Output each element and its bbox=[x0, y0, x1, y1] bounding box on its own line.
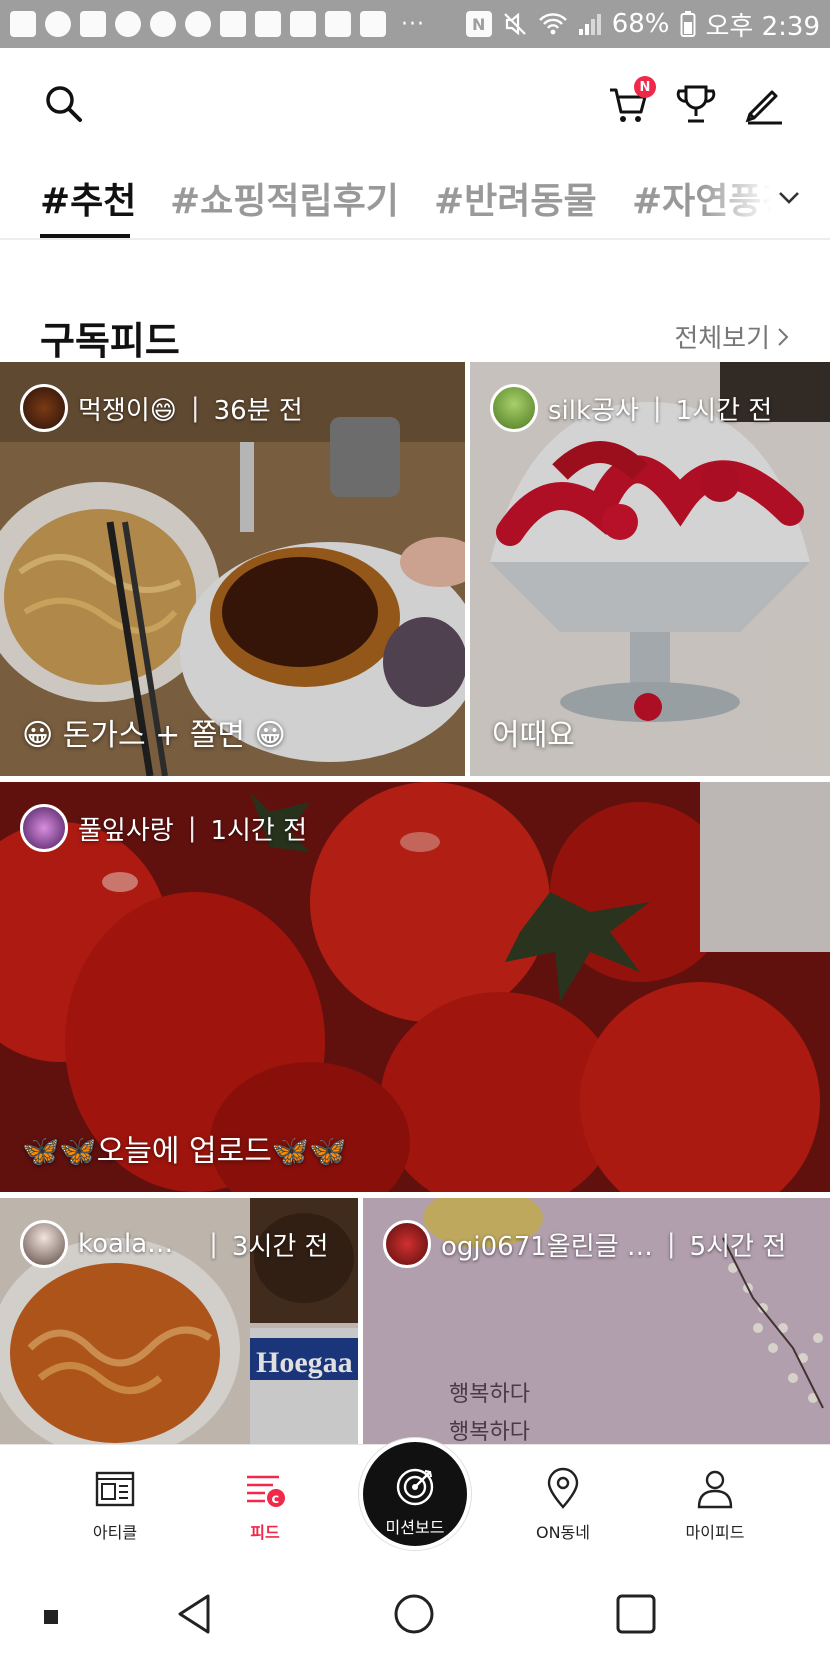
search-button[interactable] bbox=[42, 82, 86, 126]
card-meta: ogj0671올린글 … | 5시간 전 bbox=[383, 1220, 786, 1268]
feed-card[interactable]: Hoegaa koala… | 3시간 전 bbox=[0, 1198, 358, 1444]
author-name[interactable]: 풀잎사랑 bbox=[78, 810, 174, 847]
see-all-link[interactable]: 전체보기 bbox=[674, 318, 790, 355]
card-caption: 🦋🦋오늘에 업로드🦋🦋 bbox=[22, 1134, 347, 1169]
avatar[interactable] bbox=[20, 384, 68, 432]
battery-percent: 68% bbox=[611, 9, 670, 39]
card-caption: 어때요 bbox=[492, 718, 575, 753]
meta-separator: | bbox=[209, 1229, 218, 1259]
pencil-icon bbox=[745, 90, 782, 125]
post-time: 1시간 전 bbox=[210, 815, 308, 846]
meta-separator: | bbox=[187, 813, 197, 843]
signal-icon bbox=[578, 14, 601, 35]
avatar[interactable] bbox=[490, 384, 538, 432]
nav-my-feed[interactable]: 마이피드 bbox=[660, 1467, 770, 1543]
feed-card[interactable]: silk공사 | 1시간 전 어때요 bbox=[470, 362, 830, 776]
feed-card[interactable]: 행복하다 행복하다 ogj0671올린글 … | 5시간 전 bbox=[363, 1198, 830, 1444]
cart-new-badge: N bbox=[634, 76, 656, 98]
photo-text: 행복하다 bbox=[449, 1382, 530, 1407]
write-button[interactable] bbox=[742, 82, 786, 126]
feed-card[interactable]: 먹쟁이😄 | 36분 전 😀 돈가스 + 쫄면 😀 bbox=[0, 362, 465, 776]
post-time: 36분 전 bbox=[213, 395, 303, 426]
card-meta: koala… | 3시간 전 bbox=[20, 1220, 328, 1268]
avatar[interactable] bbox=[383, 1220, 431, 1268]
settings-notification-icon bbox=[185, 11, 211, 37]
recent-dot-icon[interactable] bbox=[44, 1610, 58, 1624]
author-name[interactable]: ogj0671올린글 … bbox=[441, 1226, 653, 1263]
nav-on-town[interactable]: ON동네 bbox=[508, 1467, 618, 1543]
active-tab-indicator bbox=[40, 234, 130, 238]
mission-board-button[interactable]: 미션보드 bbox=[359, 1438, 471, 1550]
app-notification-icon bbox=[80, 11, 106, 37]
card-meta: 먹쟁이😄 | 36분 전 bbox=[20, 384, 303, 432]
card-meta: silk공사 | 1시간 전 bbox=[490, 384, 772, 432]
tab-shopping-review[interactable]: #쇼핑적립후기 bbox=[170, 172, 399, 224]
app-notification-icon bbox=[325, 11, 351, 37]
section-title: 구독피드 bbox=[40, 319, 180, 363]
svg-text:c: c bbox=[272, 1492, 280, 1507]
app-notification-icon bbox=[10, 11, 36, 37]
nav-my-feed-label: 마이피드 bbox=[685, 1523, 745, 1542]
search-icon bbox=[46, 86, 82, 122]
system-navigation-bar bbox=[0, 1570, 830, 1660]
trophy-icon bbox=[676, 85, 716, 123]
clock: 오후 2:39 bbox=[705, 11, 821, 42]
nav-on-town-label: ON동네 bbox=[535, 1523, 590, 1542]
status-bar: ··· N 68% 오후 2:39 bbox=[0, 0, 830, 48]
app-notification-icon bbox=[290, 11, 316, 37]
target-icon bbox=[396, 1468, 434, 1506]
avatar[interactable] bbox=[20, 804, 68, 852]
feed-icon: c bbox=[247, 1475, 285, 1507]
hashtag-tabs: #추천 #쇼핑적립후기 #반려동물 #자연풍경 bbox=[0, 160, 830, 240]
author-name[interactable]: koala… bbox=[78, 1229, 173, 1259]
nav-article[interactable]: 아티클 bbox=[60, 1467, 170, 1543]
feed-card[interactable]: 풀잎사랑 | 1시간 전 🦋🦋오늘에 업로드🦋🦋 bbox=[0, 782, 830, 1192]
author-name[interactable]: 먹쟁이😄 bbox=[78, 390, 177, 427]
overview-icon[interactable] bbox=[614, 1592, 658, 1636]
more-notifications-icon: ··· bbox=[401, 11, 425, 37]
tab-recommended[interactable]: #추천 bbox=[40, 172, 136, 224]
app-notification-icon bbox=[220, 11, 246, 37]
nfc-icon: N bbox=[465, 11, 492, 37]
settings-notification-icon bbox=[45, 11, 71, 37]
chevron-down-icon[interactable] bbox=[774, 182, 804, 212]
nav-article-label: 아티클 bbox=[92, 1523, 138, 1542]
meta-separator: | bbox=[652, 393, 662, 423]
meta-separator: | bbox=[666, 1229, 676, 1259]
tab-fade bbox=[700, 160, 830, 238]
battery-icon bbox=[680, 11, 695, 37]
chevron-right-icon bbox=[778, 327, 789, 346]
person-icon bbox=[697, 1470, 733, 1509]
nav-feed-label: 피드 bbox=[250, 1523, 280, 1542]
notification-icons: ··· bbox=[10, 11, 466, 37]
post-time: 3시간 전 bbox=[231, 1231, 329, 1262]
meta-separator: | bbox=[190, 393, 200, 423]
app-header: N bbox=[0, 48, 830, 160]
photo-text: 행복하다 bbox=[449, 1420, 530, 1444]
avatar[interactable] bbox=[20, 1220, 68, 1268]
tab-pets[interactable]: #반려동물 bbox=[434, 172, 597, 224]
nav-feed[interactable]: c 피드 bbox=[210, 1467, 320, 1543]
app-notification-icon bbox=[150, 11, 176, 37]
article-icon bbox=[95, 1471, 135, 1507]
location-pin-icon bbox=[547, 1467, 579, 1509]
app-notification-icon bbox=[115, 11, 141, 37]
naver-notification-icon bbox=[360, 11, 386, 37]
home-icon[interactable] bbox=[392, 1592, 436, 1636]
mute-icon bbox=[503, 12, 526, 36]
card-meta: 풀잎사랑 | 1시간 전 bbox=[20, 804, 307, 852]
post-time: 5시간 전 bbox=[689, 1231, 787, 1262]
wifi-icon bbox=[538, 13, 567, 35]
cart-button[interactable]: N bbox=[606, 76, 656, 126]
back-icon[interactable] bbox=[174, 1592, 214, 1636]
author-name[interactable]: silk공사 bbox=[548, 390, 639, 427]
trophy-button[interactable] bbox=[674, 82, 718, 126]
post-time: 1시간 전 bbox=[675, 395, 773, 426]
see-all-label: 전체보기 bbox=[674, 324, 770, 354]
mission-board-label: 미션보드 bbox=[385, 1518, 445, 1537]
naver-notification-icon bbox=[255, 11, 281, 37]
card-caption: 😀 돈가스 + 쫄면 😀 bbox=[22, 718, 286, 753]
